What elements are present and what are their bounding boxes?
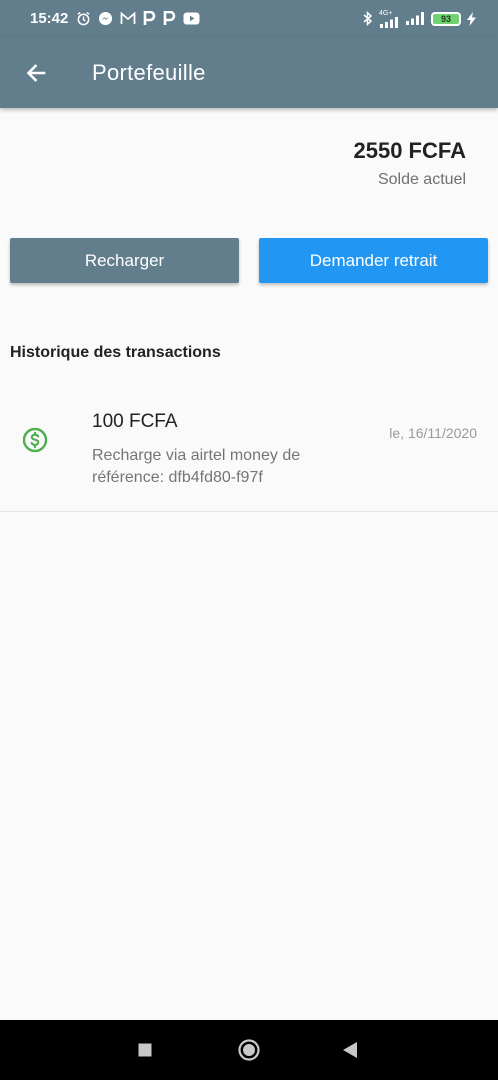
back-icon (343, 1042, 357, 1058)
status-time: 15:42 (30, 10, 69, 27)
transaction-date: le, 16/11/2020 (389, 425, 477, 441)
gmail-icon (120, 12, 136, 25)
notification-icons (76, 11, 200, 26)
navigation-bar (0, 1020, 498, 1080)
p-app-icon (143, 11, 156, 26)
messenger-icon (98, 11, 113, 26)
system-icons: 4G+ 93 (363, 10, 476, 28)
balance-block: 2550 FCFA Solde actuel (354, 138, 467, 189)
signal-icon: 4G+ (379, 10, 399, 28)
home-button[interactable] (209, 1020, 289, 1080)
signal-icon (405, 12, 425, 25)
page-title: Portefeuille (92, 59, 206, 85)
home-icon (238, 1039, 260, 1061)
back-button[interactable] (0, 37, 72, 108)
transaction-amount: 100 FCFA (92, 411, 178, 432)
bluetooth-icon (363, 11, 373, 26)
dollar-circle-icon (22, 427, 48, 458)
battery-icon: 93 (431, 11, 461, 26)
youtube-icon (183, 12, 200, 25)
transaction-description: Recharge via airtel money de référence: … (92, 447, 301, 486)
alarm-icon (76, 11, 91, 26)
charging-icon (467, 11, 476, 26)
withdraw-request-button[interactable]: Demander retrait (259, 238, 488, 283)
recent-apps-button[interactable] (105, 1020, 185, 1080)
balance-amount: 2550 FCFA (353, 138, 467, 163)
balance-label: Solde actuel (377, 171, 466, 188)
back-nav-button[interactable] (310, 1020, 390, 1080)
network-type: 4G+ (379, 9, 393, 17)
app-bar: Portefeuille (0, 37, 498, 108)
history-title: Historique des transactions (10, 344, 221, 361)
status-bar: 15:42 4G+ 93 (0, 0, 498, 37)
recent-apps-icon (138, 1043, 152, 1057)
arrow-left-icon (26, 63, 46, 82)
battery-level: 93 (440, 13, 451, 24)
transaction-item[interactable]: 100 FCFA Recharge via airtel money de ré… (0, 390, 498, 512)
p-app-icon (163, 11, 176, 26)
recharge-button[interactable]: Recharger (10, 238, 239, 283)
